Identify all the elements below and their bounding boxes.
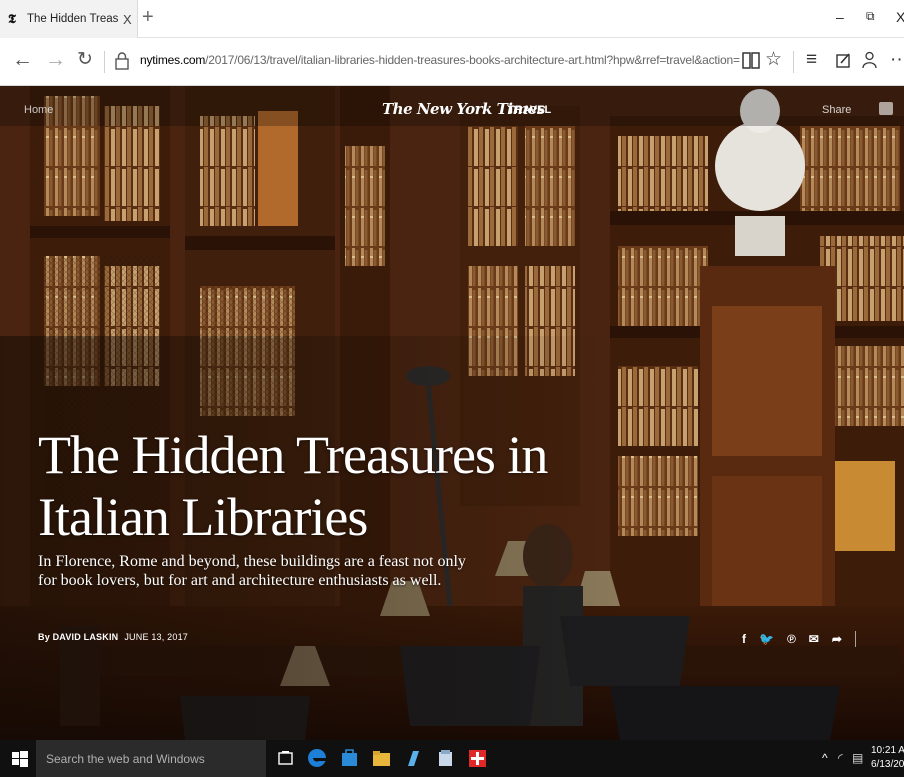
- store-icon[interactable]: [340, 749, 359, 768]
- tray-caret-icon[interactable]: ^: [822, 751, 828, 765]
- taskbar-search-box[interactable]: [36, 740, 266, 777]
- clock-time: 10:21 AM: [871, 745, 904, 756]
- nav-separator: [104, 51, 105, 73]
- close-window-button[interactable]: X: [896, 9, 904, 25]
- reading-view-icon[interactable]: [742, 52, 760, 69]
- new-tab-button[interactable]: +: [142, 7, 154, 27]
- browser-navigation-bar: ← → ↻ nytimes.com/2017/06/13/travel/ital…: [0, 38, 904, 86]
- toolbar-separator: [793, 51, 794, 73]
- hub-icon[interactable]: ≡: [806, 49, 817, 71]
- article-summary: In Florence, Rome and beyond, these buil…: [38, 553, 466, 589]
- section-link[interactable]: TRAVEL: [508, 104, 551, 116]
- app-icon-3[interactable]: [468, 749, 487, 768]
- taskbar-search-input[interactable]: [46, 751, 256, 766]
- address-bar[interactable]: nytimes.com/2017/06/13/travel/italian-li…: [140, 53, 740, 67]
- share-separator: [854, 631, 856, 647]
- tab-close-icon[interactable]: X: [123, 12, 132, 27]
- action-center-icon[interactable]: ▤: [852, 751, 863, 765]
- favorite-star-icon[interactable]: ☆: [765, 49, 782, 71]
- share-tools: f 🐦 ℗ ✉ ➦: [742, 631, 856, 647]
- share-icon[interactable]: [862, 51, 877, 69]
- url-domain: nytimes.com: [140, 53, 206, 67]
- windows-taskbar: ^ ◜ ▤ 10:21 AM 6/13/2017: [0, 740, 904, 777]
- comment-icon[interactable]: [879, 102, 893, 115]
- file-explorer-icon[interactable]: [372, 749, 391, 768]
- network-icon[interactable]: ◜: [838, 751, 843, 765]
- more-share-icon[interactable]: ➦: [832, 632, 842, 646]
- nyt-favicon-icon: 𝕿: [8, 11, 16, 27]
- article-headline: The Hidden Treasures in Italian Librarie…: [38, 425, 548, 547]
- share-link[interactable]: Share: [822, 104, 851, 116]
- email-icon[interactable]: ✉: [809, 632, 819, 646]
- byline-date: JUNE 13, 2017: [124, 632, 188, 642]
- more-icon[interactable]: ···: [890, 49, 904, 71]
- task-view-icon[interactable]: [276, 749, 295, 768]
- restore-button[interactable]: ⧉: [866, 9, 875, 24]
- pinterest-icon[interactable]: ℗: [787, 632, 796, 646]
- twitter-icon[interactable]: 🐦: [759, 632, 774, 646]
- url-path: /2017/06/13/travel/italian-libraries-hid…: [205, 53, 740, 67]
- edge-browser-icon[interactable]: [306, 747, 328, 769]
- byline: By DAVID LASKIN JUNE 13, 2017: [38, 632, 188, 642]
- browser-tab-strip: 𝕿 The Hidden Treasures in X + – ⧉ X: [0, 0, 904, 38]
- byline-author: By DAVID LASKIN: [38, 632, 119, 642]
- lock-icon: [115, 52, 129, 70]
- app-icon[interactable]: [404, 749, 423, 768]
- system-clock[interactable]: 10:21 AM 6/13/2017: [871, 744, 904, 772]
- facebook-icon[interactable]: f: [742, 632, 746, 646]
- forward-arrow-icon[interactable]: →: [45, 48, 66, 72]
- refresh-icon[interactable]: ↻: [77, 48, 93, 72]
- browser-tab[interactable]: 𝕿 The Hidden Treasures in X: [0, 0, 138, 38]
- minimize-button[interactable]: –: [836, 9, 844, 25]
- back-arrow-icon[interactable]: ←: [12, 48, 33, 72]
- clock-date: 6/13/2017: [871, 759, 904, 770]
- article-hero: Home The New York Times TRAVEL Share The…: [0, 86, 904, 740]
- tab-title: The Hidden Treasures in: [27, 13, 119, 25]
- app-icon-2[interactable]: [436, 749, 455, 768]
- web-note-icon[interactable]: [836, 53, 851, 68]
- home-link[interactable]: Home: [24, 104, 53, 116]
- windows-start-icon[interactable]: [12, 751, 28, 767]
